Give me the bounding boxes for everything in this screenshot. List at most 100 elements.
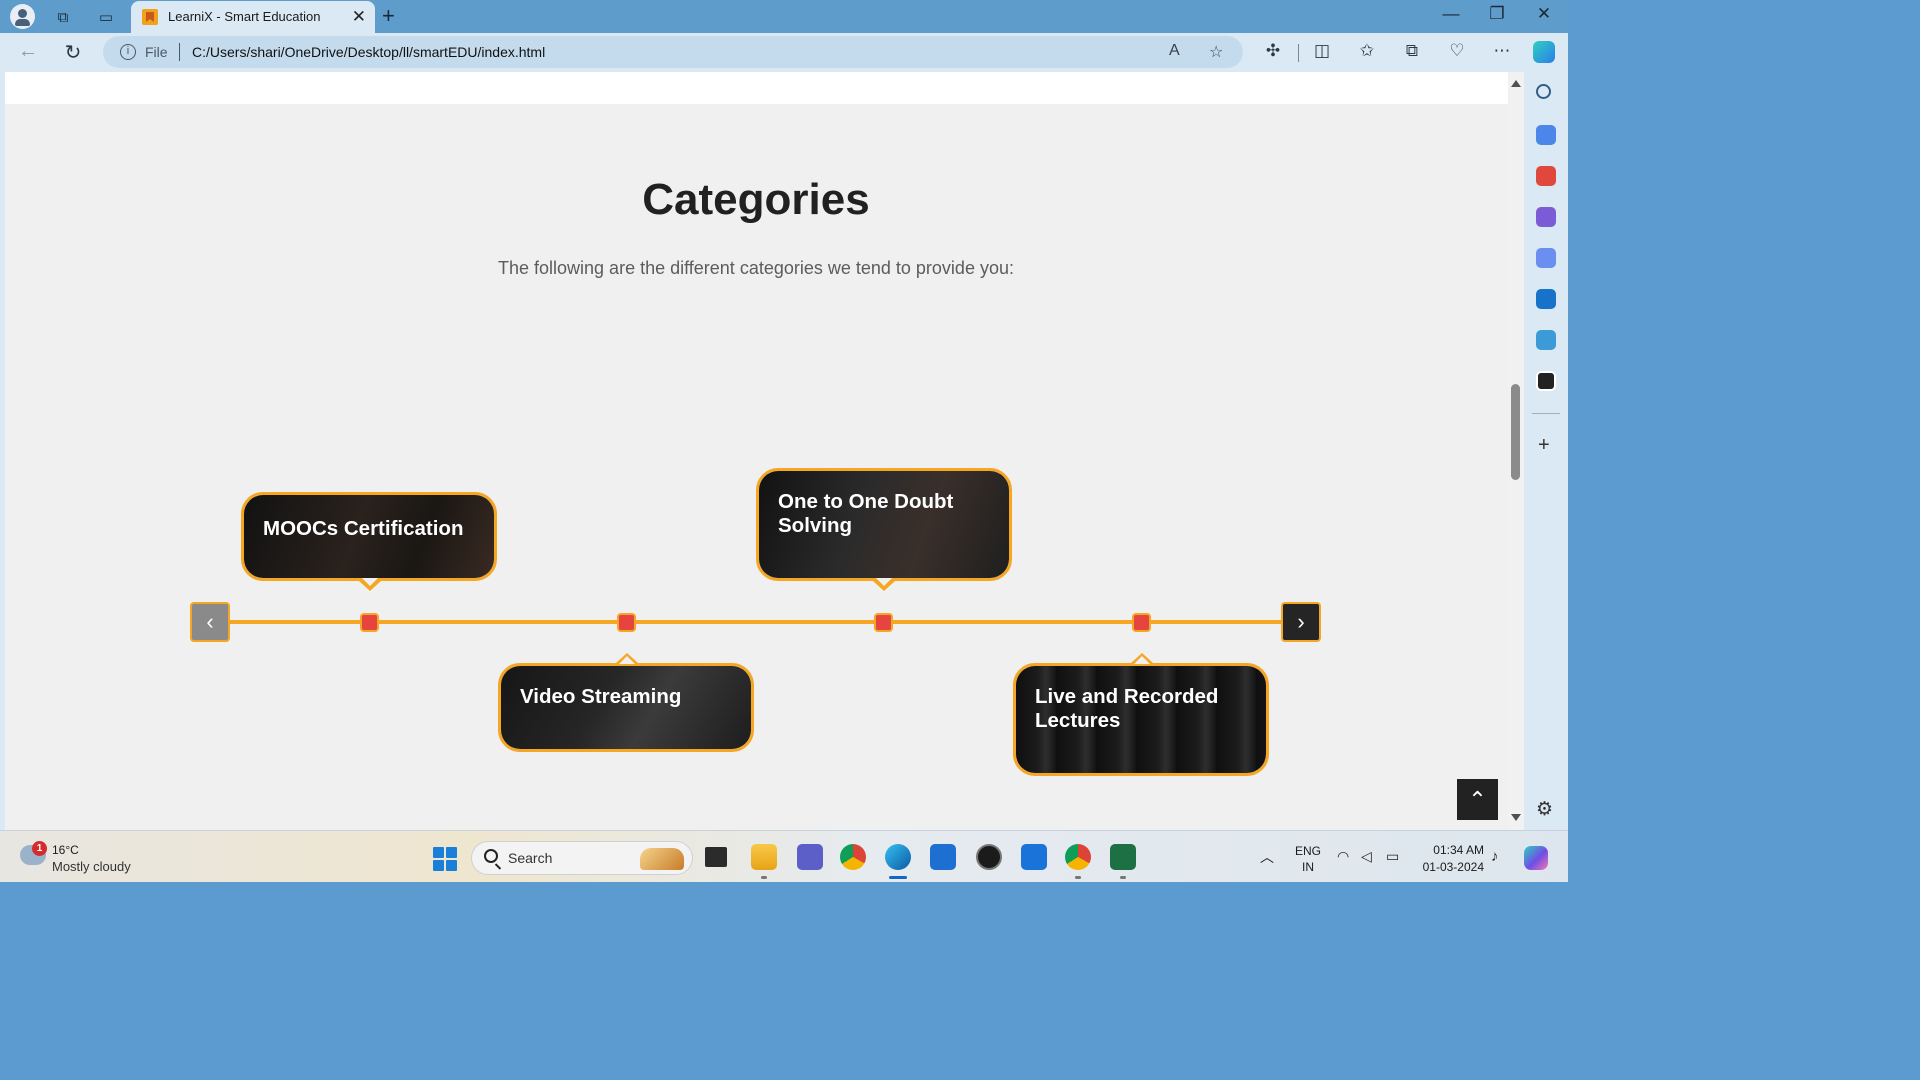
section-subtitle: The following are the different categori… xyxy=(498,258,1014,278)
learnix-favicon-icon xyxy=(142,9,158,25)
sidebar-shopping-icon[interactable] xyxy=(1536,125,1556,145)
sidebar-m365-icon[interactable] xyxy=(1536,248,1556,268)
restore-button[interactable]: ❐ xyxy=(1474,4,1520,24)
mail-icon[interactable] xyxy=(1021,844,1047,870)
language-indicator[interactable]: ENG IN xyxy=(1295,843,1321,875)
card-title: One to One Doubt Solving xyxy=(778,490,954,537)
site-info-icon[interactable]: i xyxy=(120,44,136,60)
timeline-dot[interactable] xyxy=(617,613,636,632)
sidebar-u-icon[interactable] xyxy=(1536,371,1556,391)
browser-essentials-icon[interactable]: ♡ xyxy=(1445,41,1469,61)
start-button[interactable] xyxy=(433,847,457,871)
extensions-icon[interactable]: ✣ xyxy=(1261,41,1285,61)
favorites-icon[interactable]: ✩ xyxy=(1355,41,1379,61)
timeline-dot[interactable] xyxy=(360,613,379,632)
close-tab-icon[interactable]: ✕ xyxy=(352,7,366,27)
category-card-video-streaming[interactable]: Video Streaming xyxy=(498,663,754,752)
sidebar-outlook-icon[interactable] xyxy=(1536,289,1556,309)
taskbar-search[interactable]: Search xyxy=(471,841,693,875)
edge-sidebar: + ⚙ xyxy=(1524,72,1568,830)
wifi-icon[interactable]: ◠ xyxy=(1337,848,1349,865)
address-url[interactable]: C:/Users/shari/OneDrive/Desktop/ll/smart… xyxy=(192,44,545,60)
weather-badge: 1 xyxy=(32,841,47,856)
profile-avatar-icon[interactable] xyxy=(10,4,35,29)
task-view-icon[interactable] xyxy=(705,847,727,867)
battery-icon[interactable]: ▭ xyxy=(1386,848,1399,865)
collections-icon[interactable]: ⧉ xyxy=(1400,41,1424,61)
refresh-icon[interactable]: ↻ xyxy=(60,40,86,65)
sidebar-games-icon[interactable] xyxy=(1536,207,1556,227)
clock-date: 01-03-2024 xyxy=(1422,860,1484,874)
read-aloud-icon[interactable]: A xyxy=(1169,42,1180,60)
category-card-doubt-solving[interactable]: One to One Doubt Solving xyxy=(756,468,1012,581)
dell-icon[interactable] xyxy=(976,844,1002,870)
file-explorer-icon[interactable] xyxy=(751,844,777,870)
app-running-indicator xyxy=(761,876,767,879)
language-code: ENG xyxy=(1295,844,1322,858)
section-title: Categories xyxy=(642,175,870,224)
weather-description: Mostly cloudy xyxy=(52,859,131,874)
clock-time: 01:34 AM xyxy=(1433,843,1484,857)
page-navbar-strip xyxy=(5,72,1508,104)
windows-logo-icon xyxy=(446,860,457,871)
windows-logo-icon xyxy=(446,847,457,858)
timeline-dot[interactable] xyxy=(874,613,893,632)
sidebar-add-icon[interactable]: + xyxy=(1538,434,1550,457)
card-pointer xyxy=(616,653,638,664)
tab-title: LearniX - Smart Education xyxy=(168,9,321,24)
chrome-icon[interactable] xyxy=(840,844,866,870)
region-code: IN xyxy=(1302,860,1314,874)
address-scheme: File xyxy=(145,44,168,60)
app-running-indicator xyxy=(1120,876,1126,879)
workspaces-icon[interactable]: ⧉ xyxy=(51,5,75,29)
scroll-down-icon[interactable] xyxy=(1511,814,1521,821)
new-tab-button[interactable]: + xyxy=(382,3,395,29)
scroll-up-icon[interactable] xyxy=(1511,80,1521,87)
page-scrollbar[interactable] xyxy=(1508,72,1524,830)
browser-toolbar: ← ↻ i File C:/Users/shari/OneDrive/Deskt… xyxy=(0,33,1568,72)
edge-icon[interactable] xyxy=(885,844,911,870)
address-bar[interactable]: i File C:/Users/shari/OneDrive/Desktop/l… xyxy=(103,36,1243,68)
card-pointer xyxy=(873,578,895,591)
tab-learnix[interactable]: LearniX - Smart Education ✕ xyxy=(131,1,375,33)
more-menu-icon[interactable]: ⋯ xyxy=(1490,41,1514,61)
windows-taskbar: 1 16°C Mostly cloudy Search ︿ ENG IN ◠ ◁… xyxy=(0,830,1568,882)
tray-overflow-icon[interactable]: ︿ xyxy=(1260,847,1274,867)
minimize-button[interactable]: — xyxy=(1428,4,1474,24)
chrome-profile-icon[interactable] xyxy=(1065,844,1091,870)
category-card-moocs[interactable]: MOOCs Certification xyxy=(241,492,497,581)
sidebar-tools-icon[interactable] xyxy=(1536,166,1556,186)
sidebar-divider xyxy=(1532,413,1560,414)
excel-icon[interactable] xyxy=(1110,844,1136,870)
notification-bell-icon[interactable]: ♪ xyxy=(1491,848,1499,865)
sidebar-search-icon[interactable] xyxy=(1536,84,1551,99)
copilot-icon[interactable] xyxy=(1533,41,1555,63)
timeline-next-button[interactable]: › xyxy=(1281,602,1321,642)
timeline-line xyxy=(228,620,1284,624)
microsoft-store-icon[interactable] xyxy=(930,844,956,870)
card-pointer xyxy=(1131,653,1153,664)
search-icon xyxy=(484,849,498,863)
split-screen-icon[interactable]: ◫ xyxy=(1310,41,1334,61)
sidebar-settings-icon[interactable]: ⚙ xyxy=(1536,798,1553,821)
timeline-prev-button[interactable]: ‹ xyxy=(190,602,230,642)
teams-icon[interactable] xyxy=(797,844,823,870)
category-card-lectures[interactable]: Live and Recorded Lectures xyxy=(1013,663,1269,776)
toolbar-divider xyxy=(1298,44,1299,62)
system-clock[interactable]: 01:34 AM 01-03-2024 xyxy=(1418,842,1484,876)
favorite-star-icon[interactable]: ☆ xyxy=(1209,42,1223,62)
back-arrow-icon[interactable]: ← xyxy=(15,40,41,63)
timeline-dot[interactable] xyxy=(1132,613,1151,632)
windows-logo-icon xyxy=(433,847,444,858)
copilot-taskbar-icon[interactable] xyxy=(1524,846,1548,870)
close-window-button[interactable]: ✕ xyxy=(1521,4,1567,24)
volume-icon[interactable]: ◁ xyxy=(1361,848,1372,865)
tab-actions-icon[interactable]: ▭ xyxy=(94,5,118,29)
windows-logo-icon xyxy=(433,860,444,871)
back-to-top-button[interactable]: ⌃ xyxy=(1457,779,1498,820)
search-label: Search xyxy=(508,850,553,866)
scroll-thumb[interactable] xyxy=(1511,384,1520,480)
page-viewport: Categories The following are the differe… xyxy=(0,72,1524,830)
sidebar-drop-icon[interactable] xyxy=(1536,330,1556,350)
app-running-indicator xyxy=(1075,876,1081,879)
